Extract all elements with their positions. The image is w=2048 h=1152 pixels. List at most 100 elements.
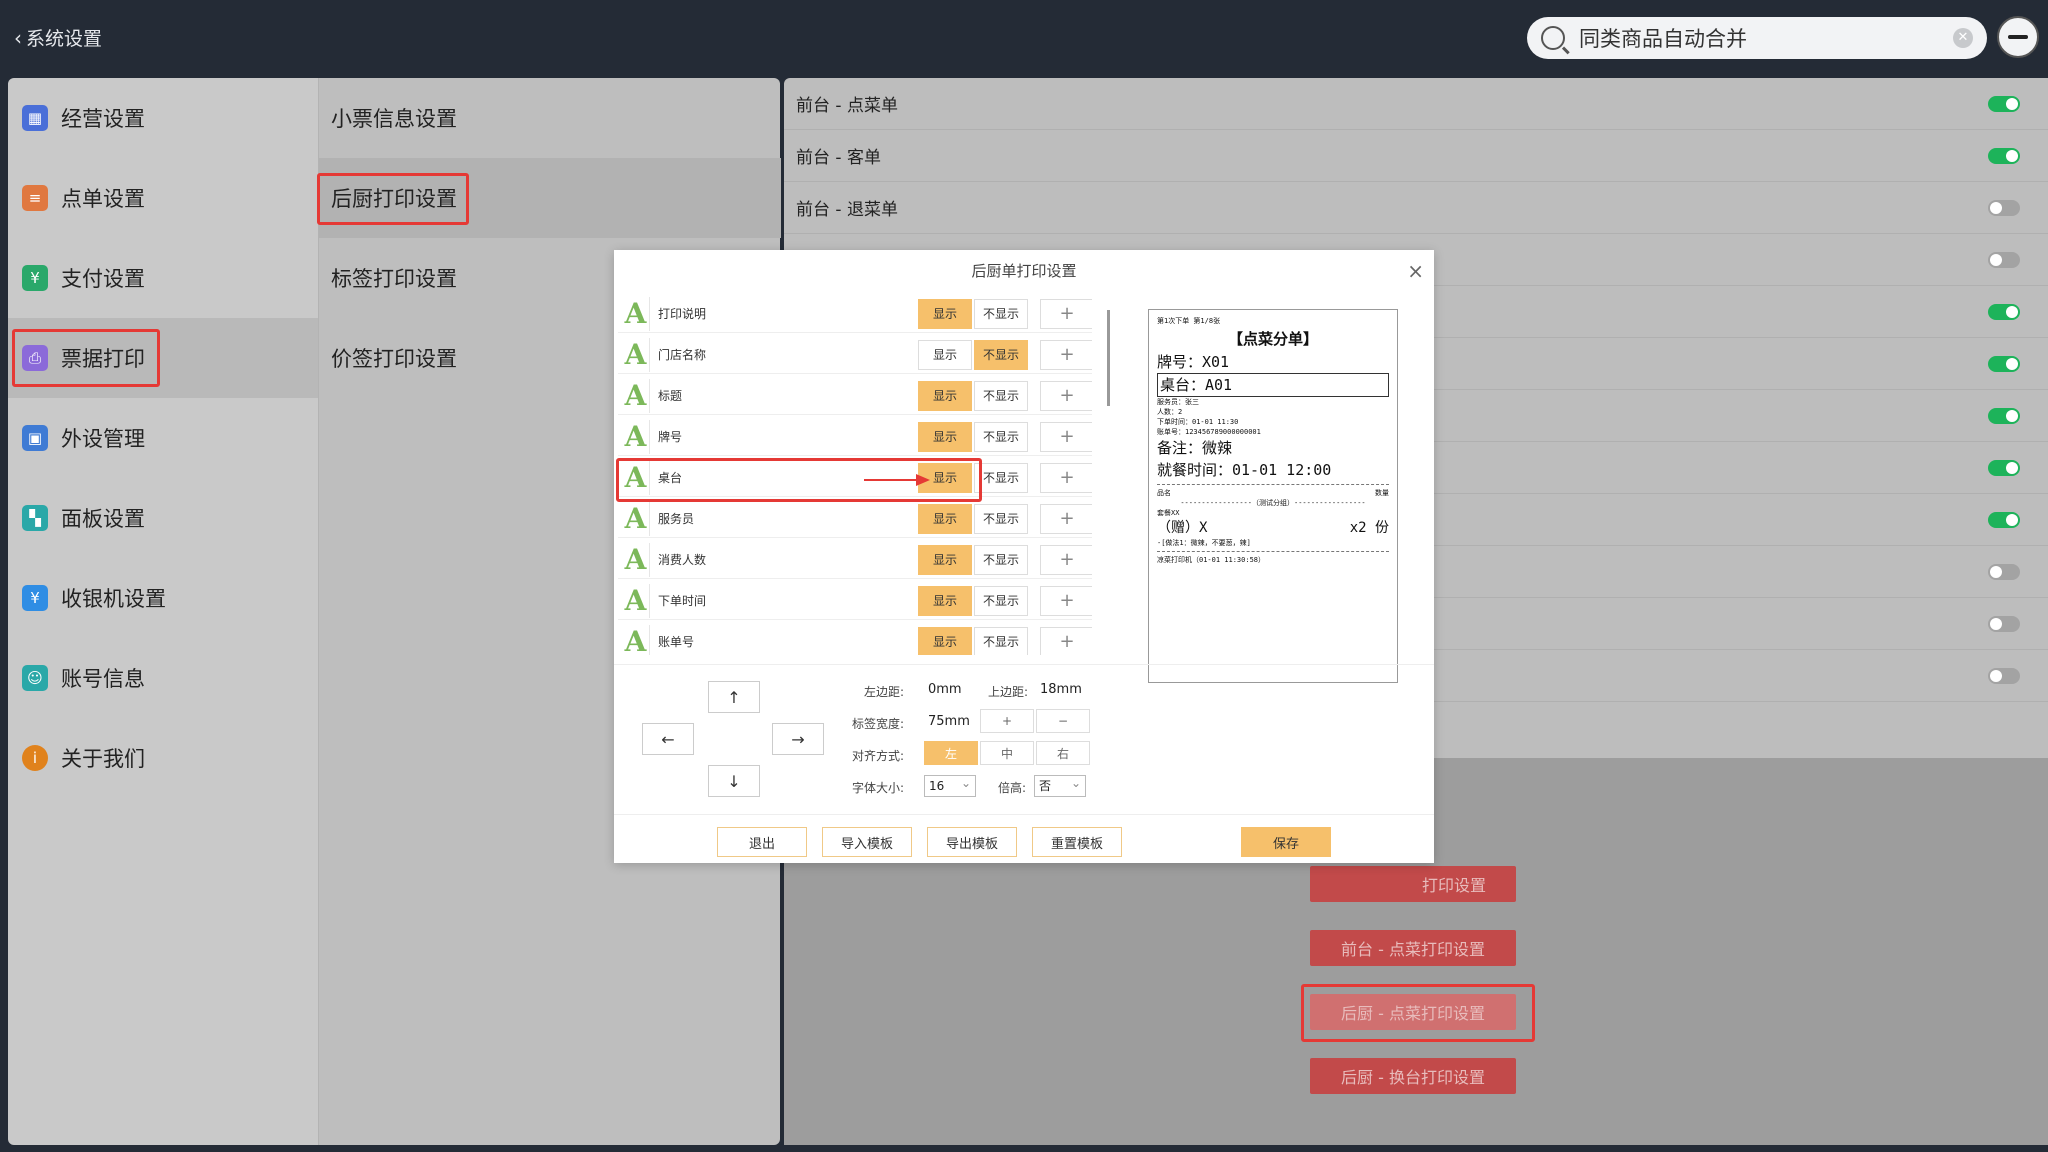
show-button[interactable]: 显示 (918, 298, 972, 329)
dialog-title: 后厨单打印设置 × (614, 250, 1434, 292)
toggle-switch[interactable] (1988, 251, 2020, 268)
sidebar-item-business[interactable]: ▦ 经营设置 (8, 78, 318, 158)
sidebar-item-payment[interactable]: ¥ 支付设置 (8, 238, 318, 318)
reset-template-button[interactable]: 重置模板 (1032, 827, 1122, 857)
front-order-print-settings-button[interactable]: 前台 - 点菜打印设置 (1310, 930, 1516, 966)
double-height-select[interactable]: 否 (1034, 773, 1086, 797)
align-left-button[interactable]: 左 (924, 741, 978, 765)
search-input[interactable]: 同类商品自动合并 (1579, 23, 1953, 53)
settings-sidebar: ▦ 经营设置 ≡ 点单设置 ¥ 支付设置 ⎙ 票据打印 ▣ 外设管理 ▚ 面板设… (8, 78, 318, 1145)
add-button[interactable]: + (1040, 503, 1092, 534)
preview-item-note: -[做法1：微辣，不要葱，辣] (1157, 539, 1251, 547)
preview-combo: 套餐XX (1157, 509, 1180, 517)
sidebar-item-label: 支付设置 (61, 267, 145, 291)
toggle-switch[interactable] (1988, 95, 2020, 112)
label-width-value[interactable]: 75mm (928, 714, 970, 729)
toggle-switch[interactable] (1988, 511, 2020, 528)
add-button[interactable]: + (1040, 585, 1092, 616)
hide-button[interactable]: 不显示 (974, 339, 1028, 370)
toggle-switch[interactable] (1988, 303, 2020, 320)
close-icon[interactable]: × (1407, 250, 1424, 292)
toggle-switch[interactable] (1988, 615, 2020, 632)
hide-button[interactable]: 不显示 (974, 503, 1028, 534)
field-name: 标题 (658, 389, 683, 403)
add-button[interactable]: + (1040, 298, 1092, 329)
toggle-switch[interactable] (1988, 407, 2020, 424)
toggle-switch[interactable] (1988, 563, 2020, 580)
left-margin-value[interactable]: 0mm (928, 682, 962, 697)
toggle-switch[interactable] (1988, 667, 2020, 684)
top-margin-value[interactable]: 18mm (1040, 682, 1082, 697)
sidebar-item-label: 收银机设置 (61, 587, 166, 611)
show-button[interactable]: 显示 (918, 585, 972, 616)
move-down-button[interactable]: ↓ (708, 765, 760, 797)
show-button[interactable]: 显示 (918, 339, 972, 370)
add-button[interactable]: + (1040, 380, 1092, 411)
back-button[interactable]: ‹ 系统设置 (14, 24, 102, 51)
sidebar-item-cashier[interactable]: ¥ 收银机设置 (8, 558, 318, 638)
sidebar-item-order[interactable]: ≡ 点单设置 (8, 158, 318, 238)
preview-bill-no: 账单号：123456789000000001 (1157, 428, 1261, 436)
kitchen-table-change-print-settings-button[interactable]: 后厨 - 换台打印设置 (1310, 1058, 1516, 1094)
hide-button[interactable]: 不显示 (974, 544, 1028, 575)
highlight-box (317, 173, 469, 225)
search-bar[interactable]: 同类商品自动合并 ✕ (1527, 17, 1987, 59)
save-button[interactable]: 保存 (1241, 827, 1331, 857)
text-field-icon: A (622, 419, 650, 454)
setting-row: 前台 - 退菜单 (784, 182, 2048, 234)
show-button[interactable]: 显示 (918, 380, 972, 411)
add-button[interactable]: + (1040, 544, 1092, 575)
show-button[interactable]: 显示 (918, 626, 972, 655)
show-button[interactable]: 显示 (918, 544, 972, 575)
toggle-switch[interactable] (1988, 147, 2020, 164)
add-button[interactable]: + (1040, 421, 1092, 452)
field-row: A 打印说明 显示 不显示 + (618, 295, 1092, 333)
sidebar-item-label: 经营设置 (61, 107, 145, 131)
field-row: A 消费人数 显示 不显示 + (618, 541, 1092, 579)
submenu-receipt-info[interactable]: 小票信息设置 (319, 78, 781, 158)
print-settings-button[interactable]: 打印设置 (1310, 866, 1516, 902)
text-field-icon: A (622, 296, 650, 331)
add-button[interactable]: + (1040, 339, 1092, 370)
field-row: A 服务员 显示 不显示 + (618, 500, 1092, 538)
setting-row: 前台 - 客单 (784, 130, 2048, 182)
hide-button[interactable]: 不显示 (974, 421, 1028, 452)
sidebar-item-panel[interactable]: ▚ 面板设置 (8, 478, 318, 558)
toggle-switch[interactable] (1988, 355, 2020, 372)
width-increase-button[interactable]: + (980, 709, 1034, 733)
toggle-switch[interactable] (1988, 459, 2020, 476)
align-label: 对齐方式: (852, 749, 905, 763)
collapse-button[interactable] (1997, 16, 2039, 58)
move-left-button[interactable]: ← (642, 723, 694, 755)
export-template-button[interactable]: 导出模板 (927, 827, 1017, 857)
highlight-box (12, 329, 160, 387)
exit-button[interactable]: 退出 (717, 827, 807, 857)
dialog-footer: 退出 导入模板 导出模板 重置模板 保存 (614, 814, 1434, 863)
device-icon: ▣ (22, 425, 48, 451)
import-template-button[interactable]: 导入模板 (822, 827, 912, 857)
width-decrease-button[interactable]: − (1036, 709, 1090, 733)
add-button[interactable]: + (1040, 462, 1092, 493)
list-scrollbar[interactable] (1107, 310, 1110, 406)
toggle-switch[interactable] (1988, 199, 2020, 216)
show-button[interactable]: 显示 (918, 503, 972, 534)
sidebar-item-about[interactable]: i 关于我们 (8, 718, 318, 798)
show-button[interactable]: 显示 (918, 421, 972, 452)
back-label: 系统设置 (26, 28, 103, 50)
hide-button[interactable]: 不显示 (974, 626, 1028, 655)
order-icon: ≡ (22, 185, 48, 211)
hide-button[interactable]: 不显示 (974, 585, 1028, 616)
move-right-button[interactable]: → (772, 723, 824, 755)
hide-button[interactable]: 不显示 (974, 298, 1028, 329)
align-right-button[interactable]: 右 (1036, 741, 1090, 765)
clear-icon[interactable]: ✕ (1953, 28, 1973, 48)
hide-button[interactable]: 不显示 (974, 462, 1028, 493)
hide-button[interactable]: 不显示 (974, 380, 1028, 411)
align-center-button[interactable]: 中 (980, 741, 1034, 765)
font-size-select[interactable]: 16 (924, 773, 976, 797)
move-up-button[interactable]: ↑ (708, 681, 760, 713)
sidebar-item-devices[interactable]: ▣ 外设管理 (8, 398, 318, 478)
sidebar-item-account[interactable]: ☺ 账号信息 (8, 638, 318, 718)
preview-group: -----------------（测试分组）----------------- (1180, 499, 1366, 507)
add-button[interactable]: + (1040, 626, 1092, 655)
